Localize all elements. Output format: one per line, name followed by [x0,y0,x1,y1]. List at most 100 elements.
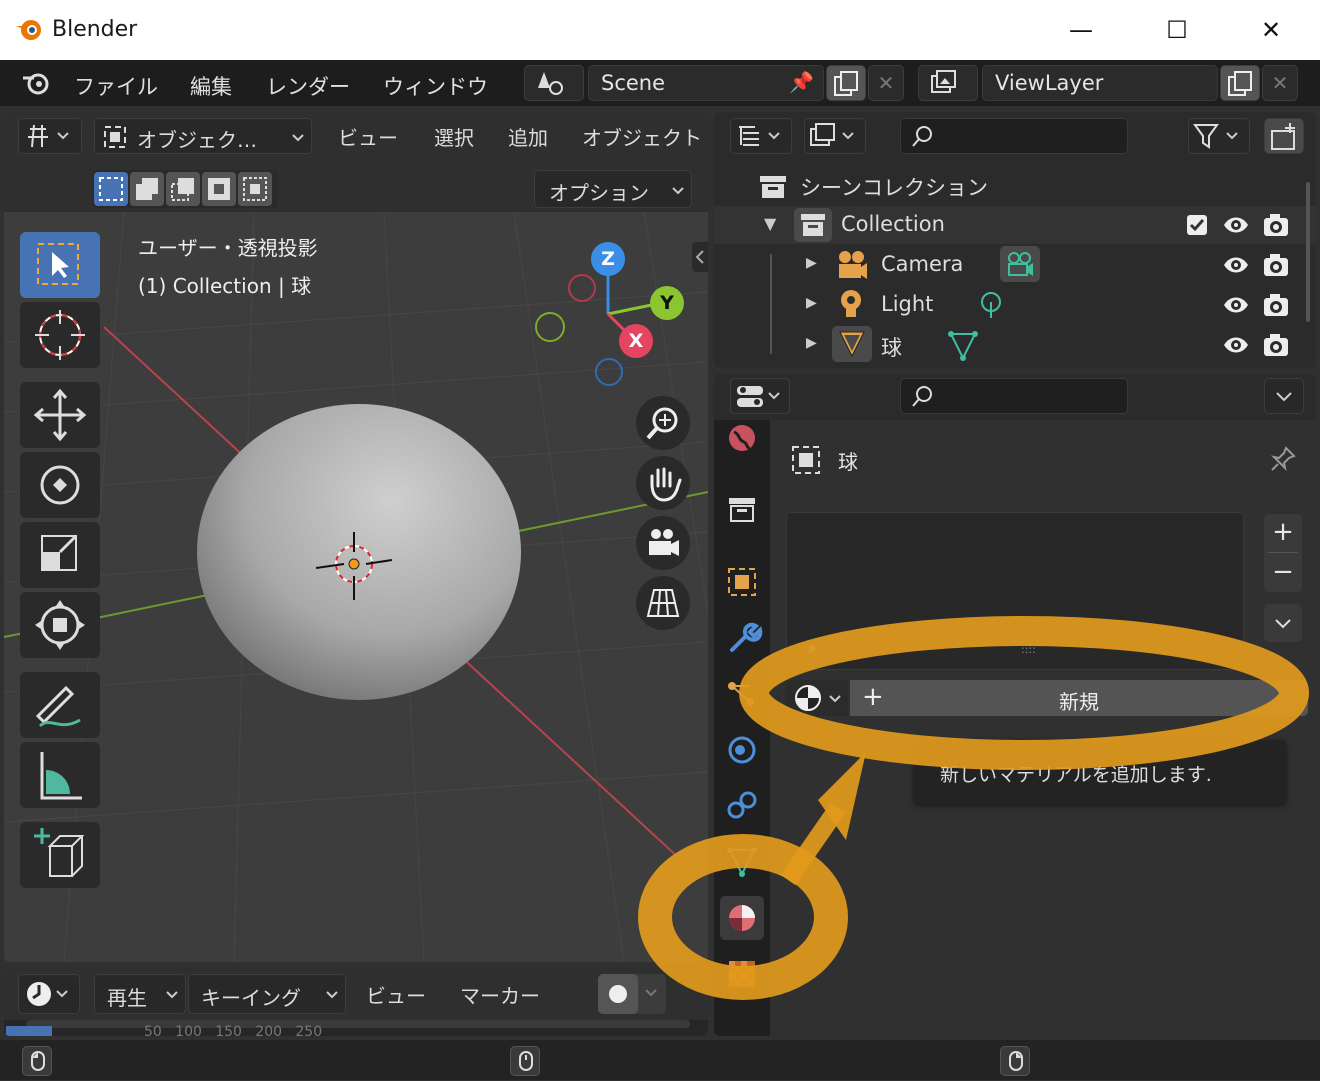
render-camera-icon[interactable] [1262,330,1290,358]
tab-material[interactable] [720,896,764,940]
menu-add[interactable]: 追加 [508,122,548,151]
outliner-row-camera[interactable]: ▶ Camera [714,246,1316,284]
filter-button[interactable] [1188,118,1250,154]
expand-arrow-icon[interactable]: ▶ [806,335,817,351]
minimize-button[interactable]: — [1056,10,1106,50]
scene-selector-button[interactable] [524,65,584,101]
move-tool[interactable] [20,382,100,448]
delete-scene-button[interactable]: ✕ [868,65,904,101]
expand-arrow-icon[interactable]: ▼ [764,214,776,233]
outliner-scrollbar[interactable] [1306,182,1310,322]
expand-arrow-icon[interactable]: ▶ [806,255,817,271]
eye-icon[interactable] [1222,332,1250,358]
pin-icon[interactable]: 📌 [789,70,814,94]
gizmo-y-axis[interactable]: Y [650,286,684,320]
playhead-marker[interactable] [6,1026,52,1036]
tab-modifiers[interactable] [720,616,764,660]
options-dropdown[interactable]: オプション [534,170,692,208]
tab-particles[interactable] [720,672,764,716]
scale-tool[interactable] [20,522,100,588]
timeline-ruler[interactable]: 50 100 150 200 250 [4,1020,708,1036]
editor-type-button[interactable] [18,118,82,154]
menu-render[interactable]: レンダー [266,71,350,101]
viewlayer-name-field[interactable]: ViewLayer [982,65,1218,101]
select-new-button[interactable] [94,172,128,206]
add-slot-button[interactable]: + [1264,514,1302,552]
light-data-icon[interactable] [976,290,1006,320]
menu-object[interactable]: オブジェクト [582,122,702,151]
outliner-row-scene-collection[interactable]: シーンコレクション [714,166,1316,204]
close-window-button[interactable]: ✕ [1246,10,1296,50]
menu-file[interactable]: ファイル [74,71,158,101]
select-intersect-button[interactable] [238,172,272,206]
new-material-button[interactable]: + 新規 [850,680,1308,716]
render-camera-icon[interactable] [1262,250,1290,278]
properties-editor-type-button[interactable] [730,378,790,414]
select-invert-button[interactable] [202,172,236,206]
expand-arrow-icon[interactable]: ▶ [809,641,818,655]
outliner-row-light[interactable]: ▶ Light [714,286,1316,324]
checkbox-icon[interactable] [1186,214,1208,236]
annotate-tool[interactable] [20,672,100,738]
eye-icon[interactable] [1222,252,1250,278]
new-scene-button[interactable] [826,65,866,101]
scene-name-field[interactable]: Scene 📌 [588,65,824,101]
select-extend-button[interactable] [130,172,164,206]
outliner-search-input[interactable] [900,118,1128,154]
menu-window[interactable]: ウィンドウ [383,71,488,101]
eye-icon[interactable] [1222,212,1250,238]
rotate-tool[interactable] [20,452,100,518]
outliner-row-collection[interactable]: ▼ Collection [714,206,1316,244]
sidebar-toggle[interactable] [692,242,708,272]
properties-search-input[interactable] [900,378,1128,414]
timeline-editor-type-button[interactable] [18,974,80,1014]
zoom-button[interactable] [636,396,690,450]
tab-world[interactable] [720,420,764,464]
timeline-menu-marker[interactable]: マーカー [460,980,540,1009]
blender-menu-icon[interactable] [20,68,54,98]
tab-data[interactable] [720,840,764,884]
mesh-data-icon[interactable] [946,328,980,362]
outliner-row-sphere[interactable]: ▶ 球 [714,326,1316,364]
measure-tool[interactable] [20,742,100,808]
timeline-scrollbar[interactable] [26,1020,690,1028]
mode-dropdown[interactable]: オブジェク… [94,118,312,154]
slot-specials-button[interactable] [1264,604,1302,642]
tab-collection[interactable] [720,488,764,532]
render-camera-icon[interactable] [1262,210,1290,238]
list-resize-handle[interactable]: :::: [1021,643,1036,656]
auto-keying-button[interactable] [598,974,638,1014]
select-subtract-button[interactable] [166,172,200,206]
tab-physics[interactable] [720,728,764,772]
remove-slot-button[interactable]: − [1264,554,1302,592]
tab-texture[interactable] [720,952,764,996]
gizmo-x-axis[interactable]: X [619,324,653,358]
pin-icon[interactable] [1268,444,1298,474]
camera-data-icon[interactable] [1000,246,1040,282]
3d-viewport[interactable]: オブジェク… ビュー 選択 追加 オブジェクト オプション ユーザー・透視投影 … [4,112,708,962]
tab-constraints[interactable] [720,784,764,828]
cursor-tool[interactable] [20,302,100,368]
gizmo-z-axis[interactable]: Z [591,242,625,276]
navigation-gizmo[interactable]: Z Y X [524,238,704,388]
eye-icon[interactable] [1222,292,1250,318]
expand-arrow-icon[interactable]: ▶ [806,295,817,311]
add-cube-tool[interactable] [20,822,100,888]
outliner-editor-type-button[interactable] [730,118,792,154]
new-collection-button[interactable] [1264,118,1304,154]
render-camera-icon[interactable] [1262,290,1290,318]
timeline-menu-view[interactable]: ビュー [366,980,426,1009]
keying-dropdown[interactable]: キーイング [188,974,346,1014]
perspective-toggle-button[interactable] [636,576,690,630]
material-slot-list[interactable]: :::: ▶ [786,512,1244,670]
delete-viewlayer-button[interactable]: ✕ [1262,65,1298,101]
menu-edit[interactable]: 編集 [190,71,232,101]
pan-button[interactable] [636,456,690,510]
select-box-tool[interactable] [20,232,100,298]
viewlayer-selector-button[interactable] [918,65,978,101]
display-mode-button[interactable] [804,118,866,154]
playback-dropdown[interactable]: 再生 [94,974,186,1014]
transform-tool[interactable] [20,592,100,658]
tab-object[interactable] [720,560,764,604]
menu-view[interactable]: ビュー [338,122,398,151]
